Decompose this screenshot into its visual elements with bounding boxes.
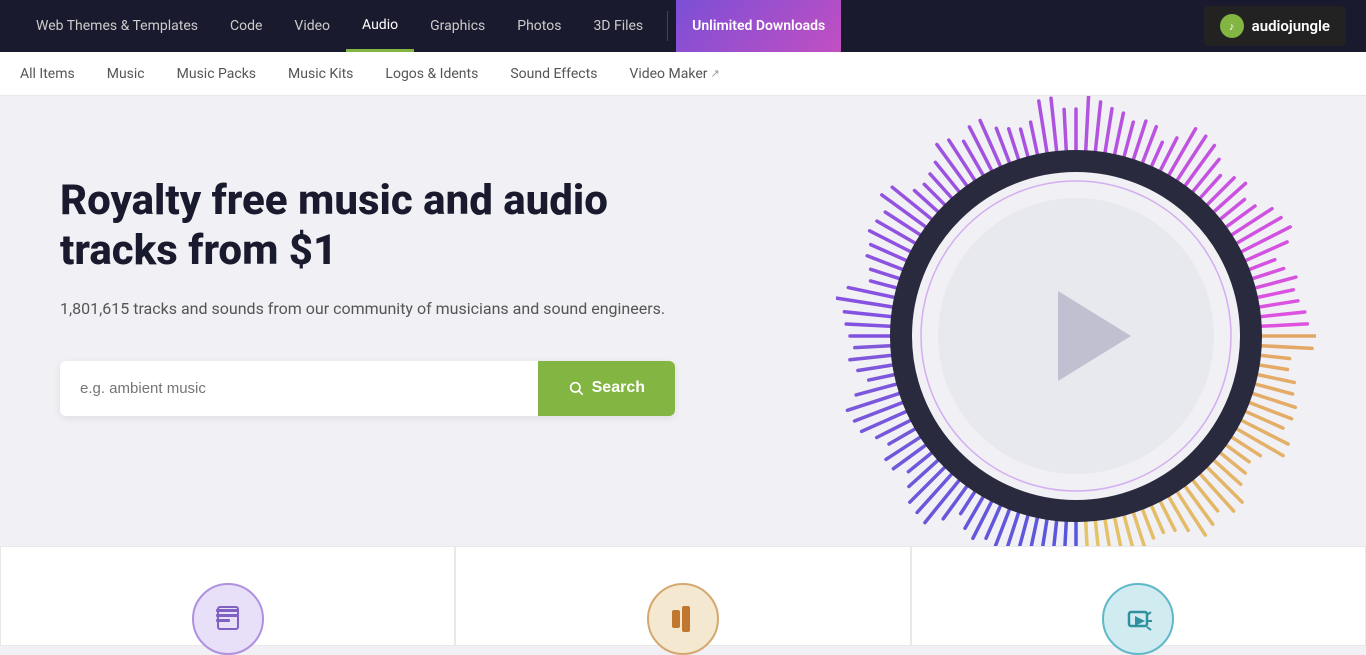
category-kits[interactable] [911,546,1366,646]
sound-effects-icon [666,602,700,636]
music-note-icon [212,603,244,635]
nav-links: Web Themes & Templates Code Video Audio … [20,0,1204,52]
search-input[interactable] [60,361,538,416]
audio-visualization [836,96,1316,546]
hero-section: Royalty free music and audio tracks from… [0,96,1366,546]
nav-audio[interactable]: Audio [346,0,414,52]
hero-title: Royalty free music and audio tracks from… [60,176,710,277]
sub-nav: All Items Music Music Packs Music Kits L… [0,52,1366,96]
subnav-music-kits[interactable]: Music Kits [272,52,369,96]
hero-visual [786,96,1366,546]
category-sfx[interactable] [455,546,910,646]
viz-container [836,96,1316,546]
kits-icon [1121,602,1155,636]
top-nav: Web Themes & Templates Code Video Audio … [0,0,1366,52]
hero-subtitle: 1,801,615 tracks and sounds from our com… [60,297,710,321]
kits-category-icon [1102,583,1174,655]
nav-photos[interactable]: Photos [501,0,577,52]
subnav-logos-idents[interactable]: Logos & Idents [369,52,494,96]
categories-row [0,546,1366,646]
search-icon [568,380,584,396]
sfx-category-icon [647,583,719,655]
subnav-music-packs[interactable]: Music Packs [161,52,272,96]
nav-3d-files[interactable]: 3D Files [577,0,659,52]
search-bar: Search [60,361,675,416]
nav-web-themes[interactable]: Web Themes & Templates [20,0,214,52]
subnav-all-items[interactable]: All Items [20,52,91,96]
unlimited-downloads-link[interactable]: Unlimited Downloads [676,0,841,52]
nav-code[interactable]: Code [214,0,278,52]
audiojungle-logo[interactable]: ♪ audiojungle [1204,6,1346,46]
nav-graphics[interactable]: Graphics [414,0,501,52]
subnav-video-maker[interactable]: Video Maker ↗ [613,52,735,96]
nav-divider [667,11,668,41]
aj-icon: ♪ [1220,14,1244,38]
subnav-sound-effects[interactable]: Sound Effects [494,52,613,96]
nav-video[interactable]: Video [278,0,346,52]
music-category-icon [192,583,264,655]
subnav-music[interactable]: Music [91,52,161,96]
search-button[interactable]: Search [538,361,675,416]
hero-content: Royalty free music and audio tracks from… [60,156,710,416]
category-music[interactable] [0,546,455,646]
brand-name: audiojungle [1252,17,1330,35]
external-link-icon: ↗ [710,67,719,80]
